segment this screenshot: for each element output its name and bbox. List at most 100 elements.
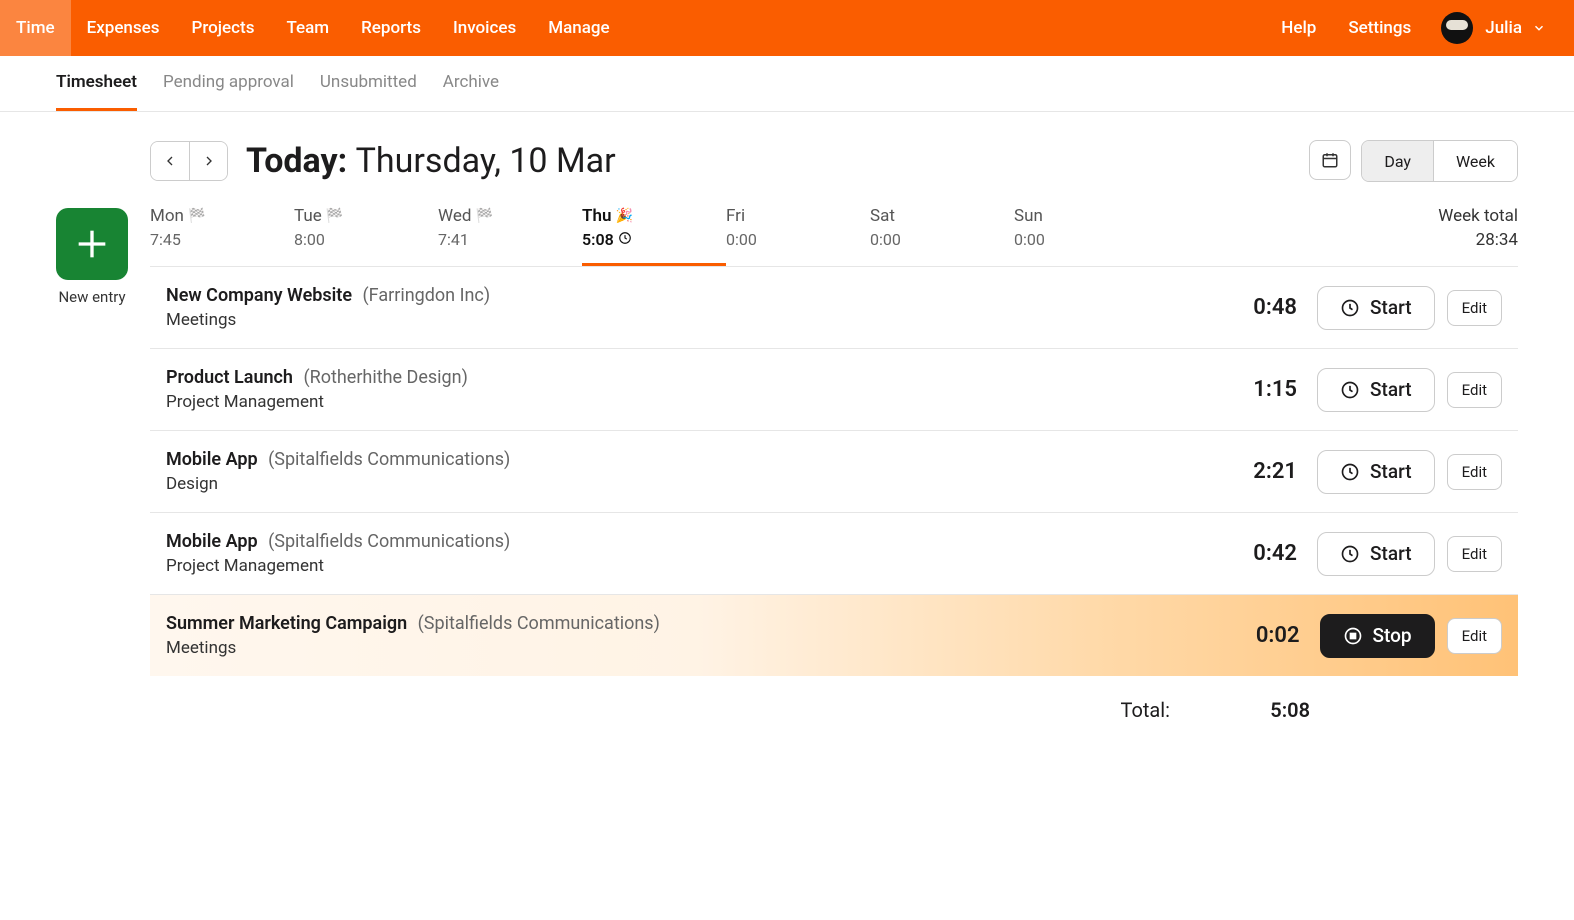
weekdays: Mon🏁7:45Tue🏁8:00Wed🏁7:41Thu🎉5:08Fri0:00S… bbox=[150, 200, 1518, 267]
new-entry-label: New entry bbox=[58, 288, 125, 306]
nav-reports[interactable]: Reports bbox=[345, 0, 437, 56]
start-button[interactable]: Start bbox=[1317, 368, 1435, 412]
entry-client: (Farringdon Inc) bbox=[363, 285, 491, 306]
clock-icon bbox=[1340, 380, 1360, 400]
entry-client: (Spitalfields Communications) bbox=[418, 613, 660, 634]
week-total-label: Week total bbox=[1438, 206, 1518, 226]
nav-invoices[interactable]: Invoices bbox=[437, 0, 532, 56]
week-total: Week total 28:34 bbox=[1438, 200, 1518, 266]
stop-button[interactable]: Stop bbox=[1320, 614, 1435, 658]
edit-button[interactable]: Edit bbox=[1447, 454, 1502, 490]
weekday-name: Fri bbox=[726, 206, 870, 226]
weekday-time: 0:00 bbox=[1014, 230, 1158, 249]
settings-link[interactable]: Settings bbox=[1332, 0, 1427, 56]
stop-label: Stop bbox=[1373, 624, 1412, 647]
clock-icon bbox=[1340, 298, 1360, 318]
nav-expenses[interactable]: Expenses bbox=[71, 0, 176, 56]
entry-time: 0:48 bbox=[1197, 295, 1297, 320]
entry-row: Mobile App (Spitalfields Communications)… bbox=[150, 513, 1518, 595]
edit-button[interactable]: Edit bbox=[1447, 618, 1502, 654]
clock-icon bbox=[1340, 462, 1360, 482]
edit-button[interactable]: Edit bbox=[1447, 372, 1502, 408]
entry-client: (Spitalfields Communications) bbox=[268, 531, 510, 552]
new-entry: New entry bbox=[56, 208, 128, 306]
stop-icon bbox=[1343, 626, 1363, 646]
help-link[interactable]: Help bbox=[1265, 0, 1332, 56]
start-button[interactable]: Start bbox=[1317, 450, 1435, 494]
avatar[interactable] bbox=[1441, 12, 1473, 44]
weekday-sun[interactable]: Sun 0:00 bbox=[1014, 200, 1158, 266]
subtab-archive[interactable]: Archive bbox=[443, 56, 499, 111]
weekday-time: 8:00 bbox=[294, 230, 438, 249]
clock-icon bbox=[618, 230, 632, 249]
entry-info: Mobile App (Spitalfields Communications)… bbox=[166, 531, 1197, 576]
weekday-fri[interactable]: Fri0:00 bbox=[726, 200, 870, 266]
weekday-time: 7:41 bbox=[438, 230, 582, 249]
entry-client: (Spitalfields Communications) bbox=[268, 449, 510, 470]
header-row: Today: Thursday, 10 Mar DayWeek bbox=[150, 140, 1518, 182]
entry-task: Project Management bbox=[166, 392, 1197, 412]
page-title-date: Thursday, 10 Mar bbox=[356, 141, 616, 181]
entry-info: New Company Website (Farringdon Inc)Meet… bbox=[166, 285, 1197, 330]
entry-project: New Company Website bbox=[166, 285, 352, 306]
weekday-name: Sat bbox=[870, 206, 1014, 226]
subtab-timesheet[interactable]: Timesheet bbox=[56, 56, 137, 111]
entry-row: Product Launch (Rotherhithe Design) Proje… bbox=[150, 349, 1518, 431]
calendar-button[interactable] bbox=[1309, 140, 1351, 180]
start-button[interactable]: Start bbox=[1317, 286, 1435, 330]
entry-row: New Company Website (Farringdon Inc)Meet… bbox=[150, 267, 1518, 349]
nav-manage[interactable]: Manage bbox=[532, 0, 625, 56]
entry-project: Product Launch bbox=[166, 367, 293, 388]
next-day-button[interactable] bbox=[189, 142, 227, 180]
entry-actions: Stop Edit bbox=[1320, 614, 1502, 658]
clock-icon bbox=[1340, 544, 1360, 564]
page-title: Today: Thursday, 10 Mar bbox=[246, 141, 616, 181]
weekday-name: Tue🏁 bbox=[294, 206, 438, 226]
entry-info: Summer Marketing Campaign (Spitalfields … bbox=[166, 613, 1200, 658]
week-total-value: 28:34 bbox=[1438, 230, 1518, 250]
nav-team[interactable]: Team bbox=[270, 0, 345, 56]
weekday-name: Sun bbox=[1014, 206, 1158, 226]
entry-row: Mobile App (Spitalfields Communications)… bbox=[150, 431, 1518, 513]
view-toggle: DayWeek bbox=[1361, 140, 1518, 182]
entry-info: Mobile App (Spitalfields Communications)… bbox=[166, 449, 1197, 494]
top-nav-left: TimeExpensesProjectsTeamReportsInvoicesM… bbox=[0, 0, 626, 56]
view-controls: DayWeek bbox=[1309, 140, 1518, 182]
flag-icon: 🏁 bbox=[475, 208, 492, 224]
entry-actions: Start Edit bbox=[1317, 368, 1502, 412]
total-row: Total: 5:08 bbox=[150, 676, 1518, 722]
prev-day-button[interactable] bbox=[151, 142, 189, 180]
username[interactable]: Julia bbox=[1485, 18, 1522, 38]
nav-time[interactable]: Time bbox=[0, 0, 71, 56]
flag-icon: 🏁 bbox=[326, 208, 343, 224]
weekday-time: 5:08 bbox=[582, 230, 726, 249]
weekday-tue[interactable]: Tue🏁 8:00 bbox=[294, 200, 438, 266]
entry-actions: Start Edit bbox=[1317, 532, 1502, 576]
weekday-wed[interactable]: Wed🏁7:41 bbox=[438, 200, 582, 266]
start-label: Start bbox=[1370, 378, 1412, 401]
entry-task: Meetings bbox=[166, 638, 1200, 658]
chevron-down-icon[interactable] bbox=[1532, 21, 1546, 35]
nav-projects[interactable]: Projects bbox=[176, 0, 271, 56]
sub-tabs: Timesheet Pending approval Unsubmitted Arch… bbox=[0, 56, 1574, 112]
total-value: 5:08 bbox=[1210, 698, 1310, 722]
toggle-day[interactable]: Day bbox=[1362, 141, 1433, 181]
weekday-sat[interactable]: Sat0:00 bbox=[870, 200, 1014, 266]
edit-button[interactable]: Edit bbox=[1447, 536, 1502, 572]
subtab-unsubmitted[interactable]: Unsubmitted bbox=[320, 56, 417, 111]
edit-button[interactable]: Edit bbox=[1447, 290, 1502, 326]
start-label: Start bbox=[1370, 460, 1412, 483]
entry-time: 0:42 bbox=[1197, 541, 1297, 566]
toggle-week[interactable]: Week bbox=[1433, 141, 1517, 181]
start-button[interactable]: Start bbox=[1317, 532, 1435, 576]
weekday-name: Mon🏁 bbox=[150, 206, 294, 226]
entry-time: 1:15 bbox=[1197, 377, 1297, 402]
weekday-mon[interactable]: Mon🏁 7:45 bbox=[150, 200, 294, 266]
weekday-thu[interactable]: Thu🎉5:08 bbox=[582, 200, 726, 266]
weekday-time: 7:45 bbox=[150, 230, 294, 249]
entry-client: (Rotherhithe Design) bbox=[303, 367, 467, 388]
date-nav bbox=[150, 141, 228, 181]
entry-actions: Start Edit bbox=[1317, 286, 1502, 330]
new-entry-button[interactable] bbox=[56, 208, 128, 280]
subtab-pending-approval[interactable]: Pending approval bbox=[163, 56, 294, 111]
